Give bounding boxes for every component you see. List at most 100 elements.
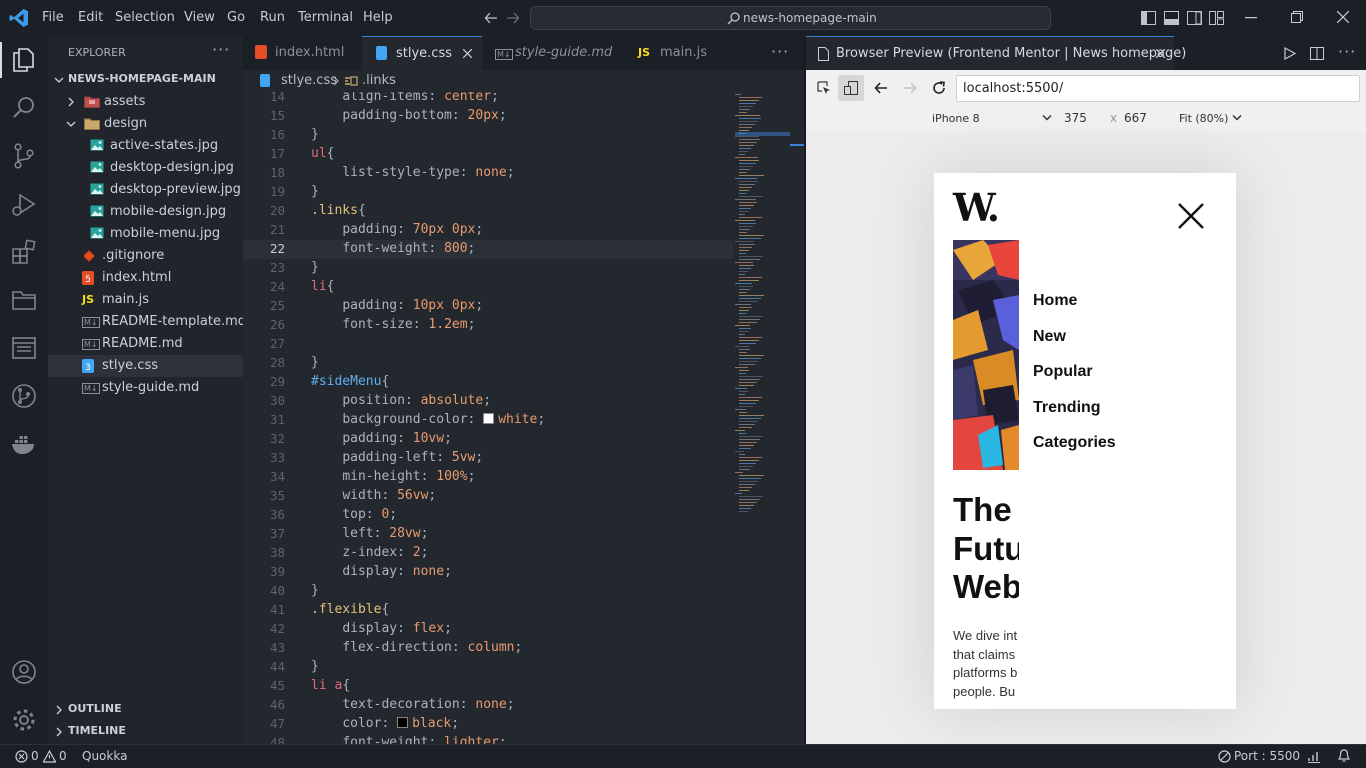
code-line[interactable]: 36 top: 0; <box>243 506 733 525</box>
run-icon[interactable] <box>1284 47 1296 60</box>
viewport-height[interactable]: 667 <box>1124 111 1147 125</box>
code-line[interactable]: 40} <box>243 582 733 601</box>
error-icon[interactable] <box>15 750 28 763</box>
minimap[interactable] <box>735 92 790 532</box>
feedback-icon[interactable] <box>1307 750 1321 763</box>
split-editor-icon[interactable] <box>1310 47 1324 60</box>
emulated-page[interactable]: W. Home New Popular Trending Categories The … <box>934 173 1236 709</box>
toggle-secondary-sidebar-icon[interactable] <box>1187 11 1202 25</box>
live-server-port[interactable]: Port : 5500 <box>1234 749 1300 763</box>
code-line[interactable]: 32 padding: 10vw; <box>243 430 733 449</box>
command-center-search[interactable]: news-homepage-main <box>530 6 1051 30</box>
explorer-item[interactable]: .gitignore <box>48 245 243 267</box>
chevron-down-icon[interactable] <box>1042 114 1052 122</box>
explorer-icon[interactable] <box>10 46 38 74</box>
code-line[interactable]: 19} <box>243 183 733 202</box>
toggle-sidebar-icon[interactable] <box>1141 11 1156 25</box>
explorer-item[interactable]: mobile-design.jpg <box>48 201 243 223</box>
project-root[interactable]: NEWS-HOMEPAGE-MAIN <box>48 69 243 91</box>
nav-forward-icon[interactable] <box>506 11 520 25</box>
site-menu-item[interactable]: Trending <box>1033 399 1101 417</box>
code-line[interactable]: 23} <box>243 259 733 278</box>
inspect-element-icon[interactable] <box>817 81 831 95</box>
manage-gear-icon[interactable] <box>10 706 38 734</box>
docker-icon[interactable] <box>10 430 38 458</box>
explorer-item[interactable]: desktop-preview.jpg <box>48 179 243 201</box>
code-line[interactable]: 16} <box>243 126 733 145</box>
minimap-viewport[interactable] <box>735 132 790 136</box>
forward-arrow-icon[interactable] <box>903 81 917 95</box>
explorer-item[interactable]: M↓ style-guide.md <box>48 377 243 399</box>
chevron-down-icon[interactable] <box>1232 114 1242 122</box>
close-tab-icon[interactable] <box>1156 49 1165 58</box>
accounts-icon[interactable] <box>10 658 38 686</box>
git-graph-icon[interactable] <box>10 382 38 410</box>
code-line[interactable]: 46 text-decoration: none; <box>243 696 733 715</box>
tab-index-html[interactable]: index.html <box>243 36 361 70</box>
code-line[interactable]: 21 padding: 70px 0px; <box>243 221 733 240</box>
explorer-item[interactable]: active-states.jpg <box>48 135 243 157</box>
tab-main-js[interactable]: JS main.js <box>624 36 744 70</box>
tab-stlye-css[interactable]: stlye.css <box>362 36 482 70</box>
timeline-section[interactable]: TIMELINE <box>48 721 243 743</box>
menu-go[interactable]: Go <box>227 10 245 25</box>
zoom-select[interactable]: Fit (80%) <box>1179 112 1228 125</box>
editor-more-actions-icon[interactable]: ··· <box>771 42 789 61</box>
explorer-item[interactable]: 5 index.html <box>48 267 243 289</box>
site-logo[interactable]: W. <box>953 185 1000 230</box>
code-line[interactable]: 42 display: flex; <box>243 620 733 639</box>
code-line[interactable]: 35 width: 56vw; <box>243 487 733 506</box>
outline-section[interactable]: OUTLINE <box>48 699 243 721</box>
tab-style-guide-md[interactable]: M↓ style-guide.md <box>483 36 623 70</box>
code-line[interactable]: 30 position: absolute; <box>243 392 733 411</box>
code-line[interactable]: 27 <box>243 335 733 354</box>
explorer-item[interactable]: assets <box>48 91 243 113</box>
explorer-item[interactable]: mobile-menu.jpg <box>48 223 243 245</box>
code-line[interactable]: 25 padding: 10px 0px; <box>243 297 733 316</box>
menu-run[interactable]: Run <box>260 10 285 25</box>
device-toggle-button[interactable] <box>838 75 864 101</box>
source-control-icon[interactable] <box>10 142 38 170</box>
extensions-icon[interactable] <box>10 238 38 266</box>
quokka-status[interactable]: Quokka <box>82 749 127 763</box>
code-line[interactable]: 28} <box>243 354 733 373</box>
close-menu-icon[interactable] <box>1178 203 1204 229</box>
code-line[interactable]: 34 min-height: 100%; <box>243 468 733 487</box>
color-swatch[interactable] <box>483 413 495 424</box>
breadcrumb-file[interactable]: stlye.css <box>281 73 337 88</box>
code-line[interactable]: 31 background-color: white; <box>243 411 733 430</box>
code-line[interactable]: 37 left: 28vw; <box>243 525 733 544</box>
breadcrumb-symbol[interactable]: .links <box>362 73 396 88</box>
site-menu-item[interactable]: Popular <box>1033 363 1093 381</box>
notifications-bell-icon[interactable] <box>1338 749 1350 763</box>
code-line[interactable]: 29 #sideMenu{ <box>243 373 733 392</box>
explorer-item[interactable]: M↓ README-template.md <box>48 311 246 333</box>
code-line[interactable]: 48 font-weight: lighter; <box>243 734 733 744</box>
code-line[interactable]: 39 display: none; <box>243 563 733 582</box>
viewport-width[interactable]: 375 <box>1064 111 1087 125</box>
error-count[interactable]: 0 <box>31 749 39 763</box>
explorer-item[interactable]: desktop-design.jpg <box>48 157 243 179</box>
url-bar[interactable]: localhost:5500/ <box>956 75 1360 102</box>
search-view-icon[interactable] <box>10 94 38 122</box>
menu-selection[interactable]: Selection <box>115 10 175 25</box>
more-actions-icon[interactable]: ··· <box>212 40 230 59</box>
code-line[interactable]: 45 li a{ <box>243 677 733 696</box>
code-line[interactable]: 14 align-items: center; <box>243 92 733 107</box>
code-line[interactable]: 44} <box>243 658 733 677</box>
nav-back-icon[interactable] <box>484 11 498 25</box>
close-tab-icon[interactable] <box>463 49 472 58</box>
remote-explorer-icon[interactable] <box>10 286 38 314</box>
code-line[interactable]: 26 font-size: 1.2em; <box>243 316 733 335</box>
code-line[interactable]: 15 padding-bottom: 20px; <box>243 107 733 126</box>
minimize-icon[interactable] <box>1245 17 1257 19</box>
preview-more-actions-icon[interactable]: ··· <box>1338 42 1356 61</box>
code-line[interactable]: 43 flex-direction: column; <box>243 639 733 658</box>
reload-icon[interactable] <box>932 81 946 95</box>
site-menu-item[interactable]: Home <box>1033 292 1077 310</box>
code-line[interactable]: 22 font-weight: 800; <box>243 240 733 259</box>
site-menu-item[interactable]: New <box>1033 328 1066 346</box>
menu-file[interactable]: File <box>42 10 64 25</box>
back-arrow-icon[interactable] <box>874 81 888 95</box>
explorer-item[interactable]: design <box>48 113 243 135</box>
